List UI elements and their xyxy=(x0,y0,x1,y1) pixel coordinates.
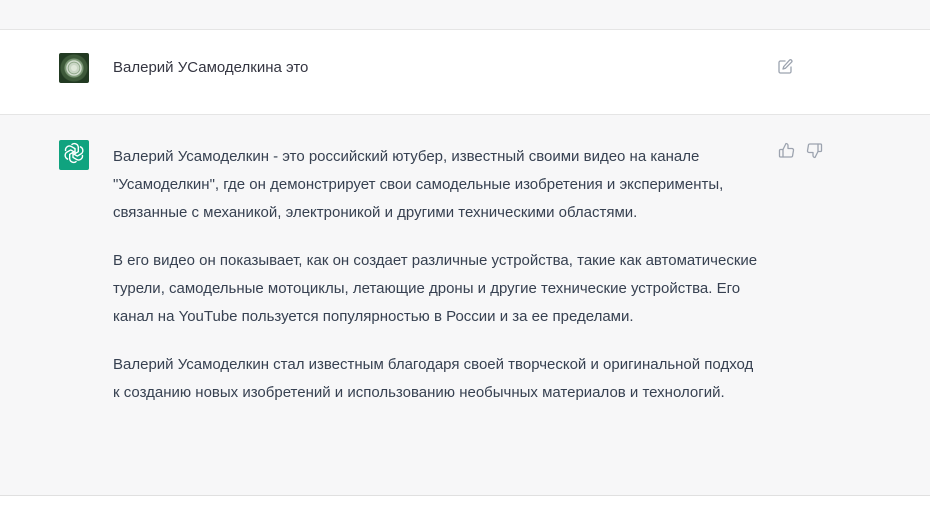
assistant-message-text: Валерий Усамоделкин - это российский юту… xyxy=(113,143,758,407)
user-message-text: Валерий УСамоделкина это xyxy=(113,59,309,76)
edit-icon[interactable] xyxy=(777,58,794,75)
bottom-strip xyxy=(0,496,930,523)
thumbs-up-icon[interactable] xyxy=(778,142,795,159)
assistant-paragraph: Валерий Усамоделкин стал известным благо… xyxy=(113,356,754,401)
user-avatar xyxy=(59,53,89,83)
assistant-paragraph: Валерий Усамоделкин - это российский юту… xyxy=(113,148,724,221)
assistant-paragraph: В его видео он показывает, как он создае… xyxy=(113,252,758,325)
user-message-row: Валерий УСамоделкина это xyxy=(0,30,930,115)
assistant-avatar xyxy=(59,140,89,170)
openai-logo-icon xyxy=(63,142,85,169)
top-strip xyxy=(0,0,930,30)
assistant-message-row: Валерий Усамоделкин - это российский юту… xyxy=(0,115,930,496)
thumbs-down-icon[interactable] xyxy=(806,142,823,159)
